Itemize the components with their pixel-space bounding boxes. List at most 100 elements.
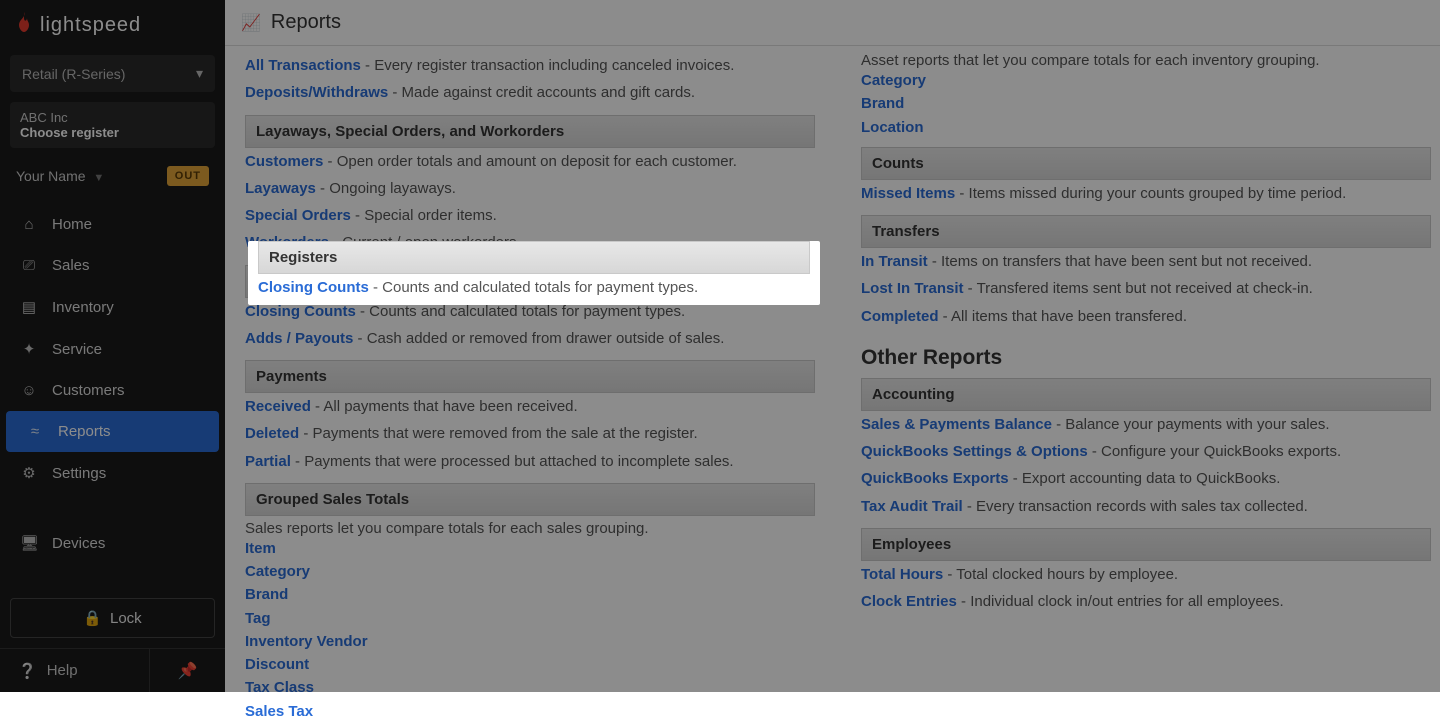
link-tag[interactable]: Tag — [245, 607, 815, 630]
entry-desc: - Made against credit accounts and gift … — [388, 84, 695, 101]
link-location[interactable]: Location — [861, 116, 1431, 139]
user-row[interactable]: Your Name ▼ OUT — [0, 154, 225, 198]
sidebar: lightspeed Retail (R-Series) ▾ ABC Inc C… — [0, 0, 225, 692]
help-button[interactable]: ❔ Help — [0, 649, 150, 692]
nav-label: Devices — [52, 535, 105, 552]
link-partial[interactable]: Partial — [245, 453, 291, 470]
left-column: All Transactions - Every register transa… — [245, 52, 815, 723]
link-adds-payouts[interactable]: Adds / Payouts — [245, 330, 353, 347]
pin-button[interactable]: 📌 — [150, 649, 225, 692]
highlight-registers: Registers Closing Counts - Counts and ca… — [248, 241, 820, 305]
entry-desc: - Open order totals and amount on deposi… — [323, 153, 737, 170]
content: All Transactions - Every register transa… — [225, 46, 1440, 723]
link-closing-counts[interactable]: Closing Counts — [245, 303, 356, 320]
link-brand[interactable]: Brand — [245, 583, 815, 606]
entry-desc: - Payments that were removed from the sa… — [299, 425, 698, 442]
nav-label: Settings — [52, 465, 106, 482]
report-entry: Adds / Payouts - Cash added or removed f… — [245, 325, 815, 352]
section-counts: Counts — [861, 147, 1431, 180]
link-item[interactable]: Item — [245, 537, 815, 560]
report-entry: Received - All payments that have been r… — [245, 393, 815, 420]
entry-desc: - Items missed during your counts groupe… — [955, 185, 1346, 202]
entry-desc: - Counts and calculated totals for payme… — [369, 279, 698, 296]
link-completed[interactable]: Completed — [861, 308, 939, 325]
page-title: Reports — [271, 11, 341, 34]
clock-status-badge[interactable]: OUT — [167, 166, 209, 186]
link-layaways[interactable]: Layaways — [245, 180, 316, 197]
nav-label: Sales — [52, 257, 90, 274]
assets-intro: Asset reports that let you compare total… — [861, 52, 1431, 69]
lock-icon: 🔒 — [83, 609, 102, 627]
lock-button[interactable]: 🔒 Lock — [10, 598, 215, 638]
link-clock-entries[interactable]: Clock Entries — [861, 593, 957, 610]
link-category[interactable]: Category — [861, 69, 1431, 92]
link-customers[interactable]: Customers — [245, 153, 323, 170]
link-tax-audit-trail[interactable]: Tax Audit Trail — [861, 498, 963, 515]
entry-desc: - All items that have been transfered. — [939, 308, 1187, 325]
report-entry: Sales & Payments Balance - Balance your … — [861, 411, 1431, 438]
company-box[interactable]: ABC Inc Choose register — [10, 102, 215, 148]
report-entry: Layaways - Ongoing layaways. — [245, 175, 815, 202]
entry-desc: - Transfered items sent but not received… — [964, 280, 1313, 297]
nav-label: Reports — [58, 423, 111, 440]
nav-customers[interactable]: ☺Customers — [0, 370, 225, 411]
link-sales-tax[interactable]: Sales Tax — [245, 700, 815, 723]
link-quickbooks-exports[interactable]: QuickBooks Exports — [861, 470, 1009, 487]
report-entry: Customers - Open order totals and amount… — [245, 148, 815, 175]
link-special-orders[interactable]: Special Orders — [245, 207, 351, 224]
nav-home[interactable]: ⌂Home — [0, 204, 225, 245]
link-sales-payments-balance[interactable]: Sales & Payments Balance — [861, 416, 1052, 433]
link-lost-in-transit[interactable]: Lost In Transit — [861, 280, 964, 297]
nav-settings[interactable]: ⚙ Settings — [0, 452, 225, 494]
nav-label: Inventory — [52, 299, 114, 316]
sales-icon: ⎚ — [20, 257, 38, 274]
right-column: Asset reports that let you compare total… — [861, 52, 1431, 723]
link-inventory-vendor[interactable]: Inventory Vendor — [245, 630, 815, 653]
nav: ⌂Home⎚Sales▤Inventory✦Service☺Customers≈… — [0, 204, 225, 588]
report-entry: QuickBooks Exports - Export accounting d… — [861, 465, 1431, 492]
help-label: Help — [47, 662, 78, 679]
other-reports-title: Other Reports — [861, 346, 1431, 370]
settings-icon: ⚙ — [20, 464, 38, 482]
report-entry: Total Hours - Total clocked hours by emp… — [861, 561, 1431, 588]
entry-desc: - Ongoing layaways. — [316, 180, 456, 197]
link-category[interactable]: Category — [245, 560, 815, 583]
brand-name: lightspeed — [40, 14, 141, 37]
lock-label: Lock — [110, 610, 142, 627]
product-selector[interactable]: Retail (R-Series) ▾ — [10, 55, 215, 92]
link-in-transit[interactable]: In Transit — [861, 253, 928, 270]
link-quickbooks-settings-options[interactable]: QuickBooks Settings & Options — [861, 443, 1088, 460]
link-total-hours[interactable]: Total Hours — [861, 566, 943, 583]
report-entry: All Transactions - Every register transa… — [245, 52, 815, 79]
flame-icon — [14, 12, 34, 39]
report-entry: Lost In Transit - Transfered items sent … — [861, 275, 1431, 302]
brand-logo: lightspeed — [0, 0, 225, 49]
link-closing-counts[interactable]: Closing Counts — [258, 279, 369, 296]
entry-desc: - Items on transfers that have been sent… — [928, 253, 1312, 270]
link-tax-class[interactable]: Tax Class — [245, 676, 815, 699]
report-entry: Tax Audit Trail - Every transaction reco… — [861, 493, 1431, 520]
link-deposits-withdraws[interactable]: Deposits/Withdraws — [245, 84, 388, 101]
help-icon: ❔ — [18, 662, 37, 680]
help-row: ❔ Help 📌 — [0, 648, 225, 692]
link-missed-items[interactable]: Missed Items — [861, 185, 955, 202]
nav-service[interactable]: ✦Service — [0, 328, 225, 370]
report-entry: Partial - Payments that were processed b… — [245, 448, 815, 475]
reports-icon: ≈ — [26, 423, 44, 440]
nav-sales[interactable]: ⎚ Sales — [0, 245, 225, 286]
nav-devices[interactable]: 🖥Devices — [0, 522, 225, 564]
entry-desc: - Special order items. — [351, 207, 497, 224]
link-received[interactable]: Received — [245, 398, 311, 415]
link-brand[interactable]: Brand — [861, 92, 1431, 115]
entry-desc: - Individual clock in/out entries for al… — [957, 593, 1284, 610]
nav-reports[interactable]: ≈ Reports — [6, 411, 219, 452]
section-registers: Registers — [258, 241, 810, 274]
nav-inventory[interactable]: ▤Inventory — [0, 286, 225, 328]
entry-desc: - Payments that were processed but attac… — [291, 453, 734, 470]
link-deleted[interactable]: Deleted — [245, 425, 299, 442]
entry-desc: - Configure your QuickBooks exports. — [1088, 443, 1341, 460]
report-entry: QuickBooks Settings & Options - Configur… — [861, 438, 1431, 465]
link-all-transactions[interactable]: All Transactions — [245, 57, 361, 74]
link-discount[interactable]: Discount — [245, 653, 815, 676]
report-entry: In Transit - Items on transfers that hav… — [861, 248, 1431, 275]
